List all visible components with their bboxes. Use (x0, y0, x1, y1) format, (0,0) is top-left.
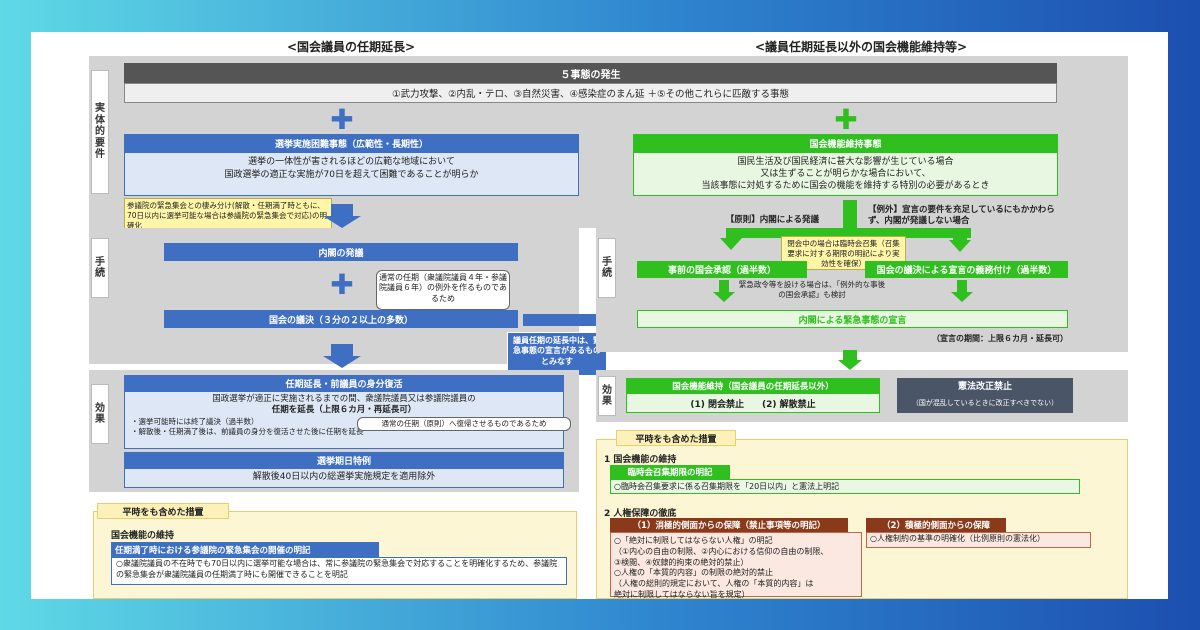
right-req-line3: 当該事態に対処するために国会の機能を維持する特別の必要があるとき (701, 181, 990, 192)
prior-approval: 事前の国会承認（過半数） (637, 261, 807, 278)
right-sec1-sub: 臨時会召集期限の明記 (610, 465, 730, 479)
side-label-actual: 実体的要件 (91, 70, 109, 194)
arrow-down-icon (713, 292, 735, 302)
arrow-down-icon (323, 356, 361, 368)
exception-label: 【例外】宣言の要件を充足しているにもかかわらず、内閣が発議しない場合 (868, 205, 1055, 226)
left-req-line2: 国政選挙の適正な実施が70日を超えて困難であることが明らか (224, 170, 479, 181)
function-maintenance-header: 国会機能維持（国会議員の任期延長以外） (626, 378, 880, 393)
right-sec1-body: ○臨時会召集要求に係る召集期限を「20日以内」と憲法上明記 (610, 479, 1080, 494)
positive-guarantee-header: （2）積極的側面からの保障 (866, 518, 1006, 532)
emergency-declaration: 内閣による緊急事態の宣言 (637, 310, 1068, 328)
negative-guarantee-body: ○「絶対に制限してはならない人権」の明記 （①内心の自由の制限、②内心における信… (610, 532, 862, 599)
events-desc: ①武力攻撃、②内乱・テロ、③自然災害、④感染症のまん延 ＋⑤その他これらに匹敵す… (124, 83, 1057, 103)
declaration-period: （宣言の期間：上限６カ月・延長可） (932, 334, 1068, 343)
term-extension-header: 任期延長・前議員の身分復活 (124, 375, 564, 391)
term-exception-note: 通常の任期（衆議院議員４年・参議院議員６年）の例外を作るものであるため (376, 270, 510, 310)
right-sec1: 1 国会機能の維持 (604, 455, 677, 465)
left-peace-sub: 任期満了時における参議院の緊急集会の開催の明記 (111, 542, 379, 557)
side-label-eff-left: 効果 (91, 384, 109, 444)
left-req-body: 選挙の一体性が害されるほどの広範な地域において 国政選挙の適正な実施が70日を超… (124, 152, 579, 196)
sub1-line1: ○「絶対に制限してはならない人権」の明記 (614, 536, 773, 545)
sub1-line6: 絶対に制限してはならない旨を規定） (614, 589, 750, 599)
arrow-down-icon (953, 228, 967, 240)
left-req-header: 選挙実施困難事態（広範性・長期性） (124, 134, 579, 152)
events-title: ５事態の発生 (124, 63, 1057, 83)
right-peacetime-tab: 平時をも含めた措置 (616, 430, 736, 446)
negative-guarantee-header: （1）消極的側面からの保障（禁止事項等の明記） (610, 518, 848, 532)
principle-label: 【原則】内閣による発議 (725, 215, 819, 225)
arrow-down-icon (843, 200, 857, 230)
election-date-body: 解散後40日以内の総選挙実施規定を適用除外 (124, 468, 564, 488)
right-req-line1: 国民生活及び国民経済に甚大な影響が生じている場合 (737, 157, 954, 167)
mandatory-declaration: 国会の議決による宣言の義務付け（過半数） (865, 261, 1068, 278)
left-peace-body: ○衆議院議員の不在時でも70日以内に選挙可能な場合は、常に参議院の緊急集会で対応… (111, 557, 567, 585)
left-title: <国会議員の任期延長> (286, 40, 416, 54)
sub1-line2: （①内心の自由の制限、②内心における信仰の自由の制限、 (614, 546, 829, 556)
right-req-body: 国民生活及び国民経済に甚大な影響が生じている場合 又は生ずることが明らかな場合に… (633, 152, 1058, 196)
gov-ordinance-note: 緊急政令等を設ける場合は、「例外的な事後の国会承認」も検討 (738, 280, 886, 299)
arrow-down-icon (951, 292, 973, 302)
return-normal-note: 通常の任期（原則）へ復帰させるものであるため (357, 417, 571, 431)
right-title: <議員任期延長以外の国会機能維持等> (754, 40, 968, 54)
side-label-eff-right: 効果 (598, 376, 616, 416)
amendment-ban-header: 憲法改正禁止 (897, 378, 1073, 393)
function-maintenance-body: (1) 閉会禁止 (2) 解散禁止 (626, 393, 880, 413)
arrow-down-icon (957, 280, 967, 292)
right-req-line2: 又は生ずることが明らかな場合において、 (760, 169, 931, 180)
left-peacetime-tab: 平時をも含めた措置 (97, 503, 229, 519)
plus-icon: ✚ (834, 103, 858, 136)
eff-line1: 国政選挙が適正に実施されるまでの間、衆議院議員又は参議院議員の (212, 394, 476, 404)
arrow-down-icon (949, 240, 971, 252)
arrow-down-icon (331, 344, 353, 356)
sub1-line5: （人権の総則的規定において、人権の「本質的内容」は (614, 579, 814, 589)
left-req-line1: 選挙の一体性が害されるほどの広範な地域において (248, 157, 455, 167)
senate-note: 参議院の緊急集会との棲み分け(解散・任期満了時ともに、70日以内に選挙可能な場合… (124, 198, 332, 232)
positive-guarantee-body: ○人権制約の基準の明確化（比例原則の憲法化） (866, 532, 1091, 548)
arrow-down-icon (720, 238, 742, 250)
eff-line2: 任期を延長（上限６カ月・再延長可） (271, 405, 417, 416)
arrow-down-icon (843, 350, 857, 360)
election-date-header: 選挙期日特例 (124, 452, 564, 468)
left-peace-title: 国会機能の維持 (111, 531, 175, 541)
cabinet-proposal: 内閣の発議 (164, 243, 518, 261)
plus-icon: ✚ (330, 103, 354, 136)
arrow-down-icon (331, 204, 353, 216)
plus-icon: ✚ (330, 268, 354, 301)
amendment-ban-body: （国が混乱しているときに改正すべきでない） (897, 393, 1073, 413)
sub1-line3: ③検閲、④奴隷的拘束の絶対的禁止） (614, 557, 749, 567)
side-label-proc-right: 手続 (598, 238, 616, 298)
diet-resolution: 国会の議決（３分の２以上の多数） (164, 310, 518, 328)
arrow-down-icon (719, 280, 729, 292)
right-req-header: 国会機能維持事態 (633, 134, 1058, 152)
diagram-panel: <国会議員の任期延長> <議員任期延長以外の国会機能維持等> 実体的要件 ５事態… (31, 32, 1168, 599)
side-label-proc-left: 手続 (91, 238, 109, 298)
sub1-line4: ○人権の「本質的内容」の制限の絶対的禁止 (614, 568, 773, 578)
arrow-down-icon (323, 216, 361, 228)
arrow-down-icon (838, 360, 862, 370)
